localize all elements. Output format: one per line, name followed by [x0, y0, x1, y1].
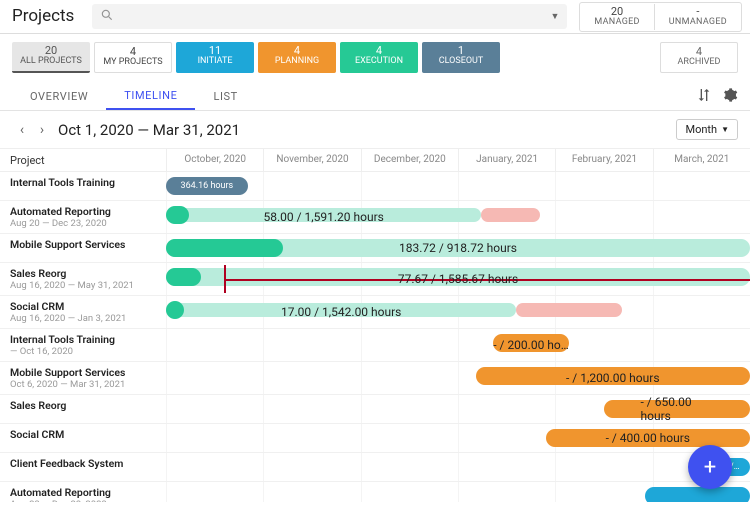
- deadline-line: [224, 279, 750, 281]
- top-bar: Projects ▼ 20MANAGED-UNMANAGED: [0, 0, 750, 34]
- row-label: Social CRMAug 16, 2020 — Jan 3, 2021: [0, 296, 166, 328]
- row-chart: 364.16 hours: [166, 172, 750, 200]
- search-input[interactable]: [122, 10, 550, 24]
- gantt-bar[interactable]: [546, 429, 750, 447]
- row-label: Mobile Support Services: [0, 234, 166, 262]
- table-row[interactable]: Social CRM- / 400.00 hours: [0, 424, 750, 453]
- table-row[interactable]: Internal Tools Training364.16 hours: [0, 172, 750, 201]
- gantt-bar[interactable]: [166, 268, 750, 286]
- row-label: Internal Tools Training: [0, 172, 166, 200]
- row-chart: 77.67 / 1,585.67 hours: [166, 263, 750, 295]
- page-title: Projects: [0, 0, 86, 33]
- gantt-bar[interactable]: [166, 301, 184, 319]
- timeline-grid: Project October, 2020November, 2020Decem…: [0, 148, 750, 502]
- gantt-bar[interactable]: [166, 303, 516, 317]
- timeline-rows: Internal Tools Training364.16 hoursAutom…: [0, 172, 750, 502]
- sort-icon[interactable]: [696, 87, 712, 106]
- gantt-bar[interactable]: [166, 206, 189, 224]
- gantt-bar[interactable]: [476, 367, 750, 385]
- table-row[interactable]: Mobile Support Services183.72 / 918.72 h…: [0, 234, 750, 263]
- month-column: February, 2021: [555, 149, 652, 171]
- gantt-bar[interactable]: [645, 487, 750, 502]
- tab-overview[interactable]: OVERVIEW: [12, 83, 106, 110]
- row-label: Client Feedback System: [0, 453, 166, 481]
- row-label: Automated ReportingAug 20 — Dec 23, 2020: [0, 482, 166, 502]
- table-row[interactable]: Client Feedback System- /…: [0, 453, 750, 482]
- filter-closeout[interactable]: 1CLOSEOUT: [422, 42, 500, 73]
- chevron-down-icon: ▼: [721, 125, 729, 134]
- search-icon: [100, 8, 114, 25]
- month-column: January, 2021: [458, 149, 555, 171]
- gantt-bar[interactable]: [166, 268, 201, 286]
- filter-bar: 20ALL PROJECTS4MY PROJECTS11INITIATE4PLA…: [0, 34, 750, 83]
- gantt-bar[interactable]: [493, 334, 569, 352]
- gantt-bar[interactable]: [516, 303, 621, 317]
- row-chart: 17.00 / 1,542.00 hours: [166, 296, 750, 328]
- table-row[interactable]: Internal Tools Training— Oct 16, 2020- /…: [0, 329, 750, 362]
- filter-all-projects[interactable]: 20ALL PROJECTS: [12, 42, 90, 73]
- row-label: Automated ReportingAug 20 — Dec 23, 2020: [0, 201, 166, 233]
- tab-list[interactable]: LIST: [195, 83, 255, 110]
- table-row[interactable]: Sales Reorg- / 650.00 hours: [0, 395, 750, 424]
- row-chart: - / 1,200.00 hours: [166, 362, 750, 394]
- table-row[interactable]: Automated ReportingAug 20 — Dec 23, 2020…: [0, 201, 750, 234]
- gear-icon[interactable]: [722, 87, 738, 106]
- filter-my-projects[interactable]: 4MY PROJECTS: [94, 42, 172, 73]
- managed-segment: 20MANAGED-UNMANAGED: [579, 2, 742, 32]
- row-label: Mobile Support ServicesOct 6, 2020 — Mar…: [0, 362, 166, 394]
- row-chart: [166, 482, 750, 502]
- gantt-bar[interactable]: [166, 239, 283, 257]
- row-chart: - / 650.00 hours: [166, 395, 750, 423]
- table-row[interactable]: Mobile Support ServicesOct 6, 2020 — Mar…: [0, 362, 750, 395]
- month-column: October, 2020: [166, 149, 263, 171]
- gantt-bar[interactable]: [604, 400, 750, 418]
- row-chart: - / 400.00 hours: [166, 424, 750, 452]
- filter-initiate[interactable]: 11INITIATE: [176, 42, 254, 73]
- row-label: Sales ReorgAug 16, 2020 — May 31, 2021: [0, 263, 166, 295]
- app-window: Projects ▼ 20MANAGED-UNMANAGED 20ALL PRO…: [0, 0, 750, 507]
- row-chart: - /…: [166, 453, 750, 481]
- table-row[interactable]: Social CRMAug 16, 2020 — Jan 3, 202117.0…: [0, 296, 750, 329]
- filter-archived[interactable]: 4 ARCHIVED: [660, 42, 738, 73]
- filter-execution[interactable]: 4EXECUTION: [340, 42, 418, 73]
- row-label: Sales Reorg: [0, 395, 166, 423]
- column-project: Project: [0, 149, 166, 171]
- add-button[interactable]: +: [688, 445, 732, 489]
- filter-planning[interactable]: 4PLANNING: [258, 42, 336, 73]
- row-chart: 183.72 / 918.72 hours: [166, 234, 750, 262]
- table-row[interactable]: Sales ReorgAug 16, 2020 — May 31, 202177…: [0, 263, 750, 296]
- next-range-button[interactable]: ›: [32, 122, 52, 138]
- chevron-down-icon[interactable]: ▼: [550, 11, 559, 22]
- search-box[interactable]: ▼: [92, 4, 567, 29]
- tab-timeline[interactable]: TIMELINE: [106, 83, 195, 110]
- row-chart: 58.00 / 1,591.20 hours: [166, 201, 750, 233]
- segment-managed[interactable]: 20MANAGED: [580, 4, 654, 30]
- row-label: Internal Tools Training— Oct 16, 2020: [0, 329, 166, 361]
- segment-unmanaged[interactable]: -UNMANAGED: [655, 4, 741, 30]
- gantt-bar[interactable]: 364.16 hours: [166, 177, 248, 195]
- date-range: Oct 1, 2020 — Mar 31, 2021: [58, 121, 240, 139]
- gantt-bar[interactable]: [166, 208, 481, 222]
- gantt-bar[interactable]: [481, 208, 539, 222]
- row-chart: - / 200.00 ho…: [166, 329, 750, 361]
- month-column: March, 2021: [653, 149, 750, 171]
- row-label: Social CRM: [0, 424, 166, 452]
- date-nav: ‹ › Oct 1, 2020 — Mar 31, 2021 Month ▼: [0, 111, 750, 148]
- view-tabs: OVERVIEW TIMELINE LIST: [0, 83, 750, 111]
- table-row[interactable]: Automated ReportingAug 20 — Dec 23, 2020: [0, 482, 750, 502]
- month-column: November, 2020: [263, 149, 360, 171]
- month-column: December, 2020: [361, 149, 458, 171]
- timeline-header: Project October, 2020November, 2020Decem…: [0, 148, 750, 172]
- zoom-select[interactable]: Month ▼: [676, 119, 738, 140]
- prev-range-button[interactable]: ‹: [12, 122, 32, 138]
